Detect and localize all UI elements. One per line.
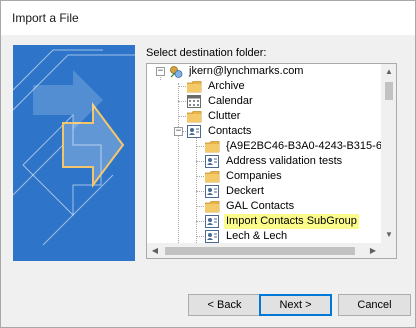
tree-node-label-selected: Import Contacts SubGroup — [224, 214, 359, 229]
tree-connector — [196, 236, 204, 237]
tree-node-label: {A9E2BC46-B3A0-4243-B315-60D — [226, 140, 381, 152]
contacts-icon — [205, 155, 219, 168]
tree-connector — [178, 83, 179, 243]
tree-node-label: Clutter — [208, 110, 241, 122]
vertical-scroll-thumb[interactable] — [385, 82, 393, 100]
next-button[interactable]: Next > — [259, 294, 332, 316]
contacts-icon — [205, 230, 219, 243]
mailbox-icon — [170, 65, 183, 78]
tree-node-calendar[interactable]: Calendar — [187, 94, 255, 109]
tree-node-label: Companies — [226, 170, 282, 182]
tree-connector — [178, 86, 186, 87]
tree-connector — [178, 101, 186, 102]
tree-connector — [183, 131, 186, 132]
vertical-scrollbar[interactable]: ▲ ▼ — [381, 64, 396, 243]
tree-node-label: Lech & Lech — [226, 230, 288, 242]
destination-folder-label: Select destination folder: — [146, 47, 267, 59]
tree-connector — [196, 161, 204, 162]
contacts-icon — [205, 185, 219, 198]
tree-node-label: GAL Contacts — [226, 200, 295, 212]
dialog-content: Select destination folder: − jkern@lynch… — [1, 35, 415, 281]
tree-node-label: jkern@lynchmarks.com — [189, 65, 304, 77]
banner-arrows-graphic — [13, 45, 135, 261]
collapse-contacts-toggle[interactable]: − — [174, 127, 183, 136]
dialog-title: Import a File — [12, 11, 79, 25]
tree-connector — [196, 206, 204, 207]
folder-icon — [205, 170, 220, 182]
tree-node-label: Calendar — [208, 95, 253, 107]
tree-node-label: Deckert — [226, 185, 264, 197]
calendar-icon — [187, 95, 201, 108]
tree-node-archive[interactable]: Archive — [187, 79, 247, 94]
scroll-right-arrow-icon[interactable]: ▶ — [365, 243, 381, 258]
tree-node-guid-folder[interactable]: {A9E2BC46-B3A0-4243-B315-60D — [205, 139, 381, 154]
folder-icon — [187, 80, 202, 92]
tree-node-companies[interactable]: Companies — [205, 169, 284, 184]
title-bar: Import a File — [1, 1, 415, 35]
scroll-down-arrow-icon[interactable]: ▼ — [381, 227, 396, 243]
tree-node-lech-and-lech[interactable]: Lech & Lech — [205, 229, 289, 243]
tree-node-deckert[interactable]: Deckert — [205, 184, 266, 199]
tree-connector — [196, 221, 204, 222]
tree-node-clutter[interactable]: Clutter — [187, 109, 242, 124]
folder-tree-viewport: − jkern@lynchmarks.com Archive Calendar … — [147, 64, 381, 243]
folder-icon — [205, 140, 220, 152]
tree-connector — [196, 191, 204, 192]
tree-connector — [196, 176, 204, 177]
collapse-root-toggle[interactable]: − — [156, 67, 165, 76]
tree-connector — [196, 136, 197, 243]
back-button[interactable]: < Back — [188, 294, 261, 316]
tree-node-label: Address validation tests — [226, 155, 343, 167]
contacts-icon — [187, 125, 201, 138]
folder-icon — [205, 200, 220, 212]
scrollbar-corner — [381, 243, 396, 258]
tree-node-label: Archive — [208, 80, 245, 92]
tree-node-label: Contacts — [208, 125, 252, 137]
import-file-dialog: Import a File Select destination folder: — [0, 0, 416, 328]
horizontal-scroll-thumb[interactable] — [165, 247, 355, 255]
wizard-banner-image — [13, 45, 135, 261]
tree-node-import-contacts-subgroup[interactable]: Import Contacts SubGroup — [205, 214, 359, 229]
tree-node-root[interactable]: jkern@lynchmarks.com — [169, 64, 305, 79]
tree-connector — [196, 146, 204, 147]
folder-icon — [187, 110, 202, 122]
tree-node-contacts[interactable]: Contacts — [187, 124, 253, 139]
contacts-icon — [205, 215, 219, 228]
scroll-left-arrow-icon[interactable]: ◀ — [147, 243, 163, 258]
scroll-up-arrow-icon[interactable]: ▲ — [381, 64, 396, 80]
tree-connector — [178, 116, 186, 117]
folder-tree[interactable]: − jkern@lynchmarks.com Archive Calendar … — [146, 63, 397, 259]
horizontal-scrollbar[interactable]: ◀ ▶ — [147, 243, 381, 258]
cancel-button[interactable]: Cancel — [338, 294, 411, 316]
tree-node-address-validation-tests[interactable]: Address validation tests — [205, 154, 344, 169]
tree-node-gal-contacts[interactable]: GAL Contacts — [205, 199, 296, 214]
